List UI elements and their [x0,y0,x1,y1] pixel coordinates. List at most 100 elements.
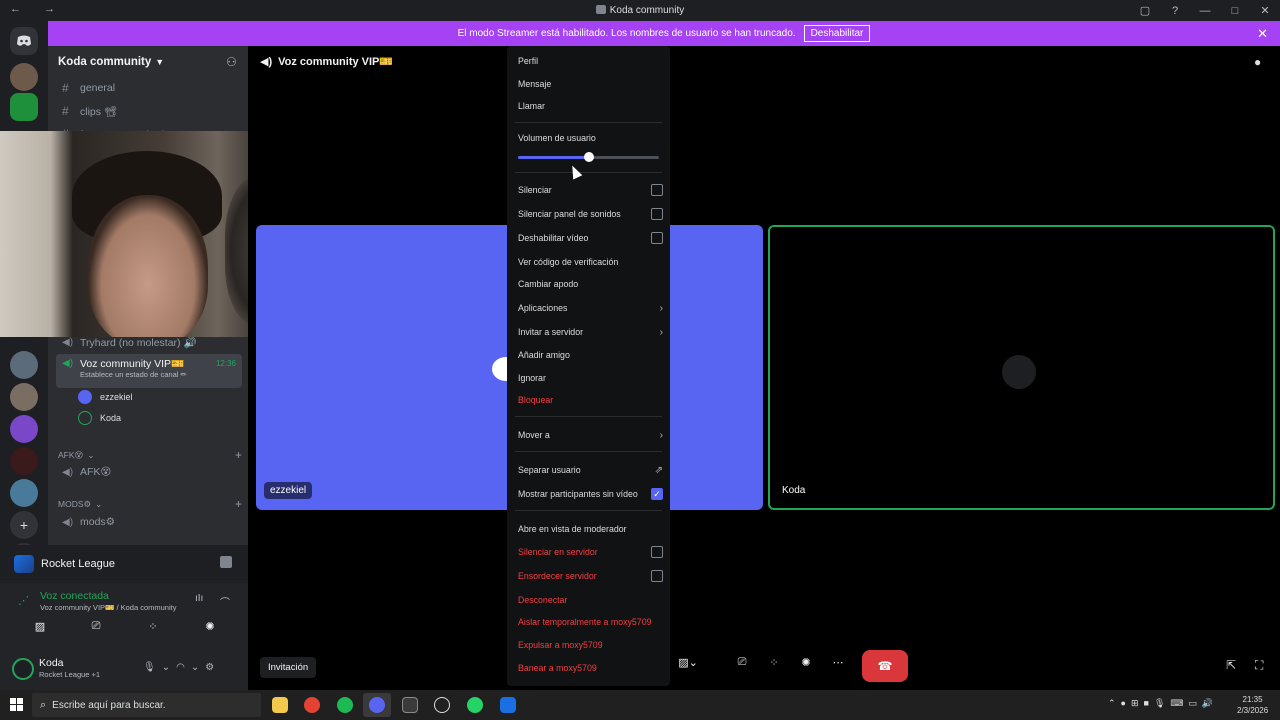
account-name[interactable]: Koda [39,657,64,669]
close-icon[interactable]: ✕ [1257,26,1268,42]
maximize-button[interactable]: □ [1220,5,1250,17]
inbox-icon[interactable]: ▢ [1130,4,1160,17]
camera-off-icon[interactable]: ▨⌄ [677,656,699,676]
activities-icon[interactable]: ⁘ [133,620,173,640]
volume-handle[interactable] [583,152,594,162]
chevron-down-icon[interactable]: ⌄ [191,662,205,673]
whatsapp-icon[interactable] [467,697,483,713]
menu-item-show-nonvideo[interactable]: Mostrar participantes sin vídeo ✓ [518,484,663,504]
close-window-button[interactable]: ✕ [1250,4,1280,17]
add-server-icon[interactable]: + [10,511,38,539]
checkbox[interactable] [651,546,663,558]
rocket-league-taskbar-icon[interactable] [500,697,516,713]
checkbox[interactable] [651,570,663,582]
menu-item-disconnect[interactable]: Desconectar [518,590,663,610]
voice-user[interactable]: Koda [78,411,121,425]
popout-icon[interactable]: ⇱ [1226,658,1236,672]
menu-item-add-friend[interactable]: Añadir amigo [518,345,663,365]
menu-item-ban[interactable]: Banear a moxy5709 [518,658,663,678]
channel-status[interactable]: Establece un estado de canal ✏ [62,370,187,379]
server-avatar[interactable] [10,351,38,379]
menu-item-kick[interactable]: Expulsar a moxy5709 [518,635,663,655]
chat-icon[interactable]: ● [1254,55,1261,69]
menu-item-block[interactable]: Bloquear [518,390,663,410]
server-header[interactable]: Koda community ▼ ⚇ [48,46,248,78]
invite-button[interactable]: Invitación [260,657,317,678]
chrome-icon[interactable] [304,697,320,713]
menu-item-call[interactable]: Llamar [518,96,663,116]
menu-item-verify-code[interactable]: Ver código de verificación [518,252,663,272]
checkbox[interactable] [651,184,663,196]
menu-item-popout[interactable]: Separar usuario ⇗ [518,460,663,480]
menu-item-server-deafen[interactable]: Ensordecer servidor [518,566,663,586]
channel-voz-vip[interactable]: ◀) Voz community VIP🎫 12:36 Establece un e… [56,354,242,388]
checkbox[interactable] [651,232,663,244]
noise-suppression-icon[interactable]: ıIı [195,593,203,604]
server-avatar[interactable] [10,63,38,91]
minimize-button[interactable]: — [1190,5,1220,17]
discord-taskbar-icon[interactable] [369,697,385,713]
spotify-icon[interactable] [337,697,353,713]
gear-icon[interactable]: ⚙ [205,662,220,673]
menu-item-mute[interactable]: Silenciar [518,180,663,200]
share-screen-icon[interactable]: ⎚ [731,656,753,676]
discord-home-icon[interactable] [10,27,38,55]
disable-streamer-button[interactable]: Deshabilitar [803,25,871,42]
end-call-button[interactable]: ☎ [862,650,908,682]
checkbox[interactable] [651,208,663,220]
menu-item-ignore[interactable]: Ignorar [518,368,663,388]
voice-status[interactable]: Voz conectada [40,590,109,602]
server-avatar[interactable] [10,447,38,475]
volume-slider[interactable] [518,152,659,162]
obs-icon[interactable] [434,697,450,713]
menu-item-timeout[interactable]: Aislar temporalmente a moxy5709 [518,612,663,632]
participant-tile-koda[interactable] [768,225,1275,510]
soundboard-icon[interactable]: ✺ [190,620,230,640]
server-avatar[interactable] [10,479,38,507]
file-explorer-icon[interactable] [272,697,288,713]
menu-item-profile[interactable]: Perfil [518,51,663,71]
help-icon[interactable]: ? [1160,5,1190,17]
add-channel-icon[interactable]: + [235,497,242,511]
checkbox-checked[interactable]: ✓ [651,488,663,500]
chevron-down-icon[interactable]: ⌄ [162,662,176,673]
channel-afk[interactable]: ◀) AFK😵 [56,462,242,482]
category-afk[interactable]: AFK😵 ⌄ + [58,448,242,462]
menu-item-invite-server[interactable]: Invitar a servidor › [518,322,663,342]
server-avatar[interactable] [10,383,38,411]
disconnect-icon[interactable]: ⌒ [220,594,230,609]
menu-item-server-mute[interactable]: Silenciar en servidor [518,542,663,562]
windows-start-icon[interactable] [10,698,23,711]
soundboard-icon[interactable]: ✺ [795,656,817,676]
channel-mods[interactable]: ◀) mods⚙ [56,512,242,532]
category-mods[interactable]: MODS⚙ ⌄ + [58,497,242,511]
menu-item-message[interactable]: Mensaje [518,74,663,94]
menu-item-mute-soundboard[interactable]: Silenciar panel de sonidos [518,204,663,224]
headset-icon[interactable]: ◠ [176,662,191,673]
signal-icon[interactable]: ⋰ [18,594,29,607]
share-screen-icon[interactable]: ⎚ [76,620,116,640]
store-icon[interactable] [402,697,418,713]
menu-item-move-to[interactable]: Mover a › [518,425,663,445]
activities-icon[interactable]: ⁘ [763,656,785,676]
server-avatar[interactable] [10,415,38,443]
menu-item-mod-view[interactable]: Abre en vista de moderador [518,519,663,539]
avatar[interactable] [12,658,34,680]
menu-item-apps[interactable]: Aplicaciones › [518,298,663,318]
mic-icon[interactable]: 🎙 [143,662,162,673]
camera-off-icon[interactable]: ▨ [20,620,60,640]
menu-item-nickname[interactable]: Cambiar apodo [518,274,663,294]
menu-item-disable-video[interactable]: Deshabilitar vídeo [518,228,663,248]
system-tray[interactable]: ⌃●⊞■🎙⌨▭🔊 [1108,698,1218,709]
channel-clips[interactable]: # clips 📽 [56,101,242,121]
activity-screen-icon[interactable] [220,556,232,568]
add-channel-icon[interactable]: + [235,448,242,462]
invite-people-icon[interactable]: ⚇ [226,55,240,69]
fullscreen-icon[interactable]: ⛶ [1255,658,1263,673]
channel-general[interactable]: # general [56,78,242,98]
taskbar-clock[interactable]: 21:35 2/3/2026 [1237,694,1268,716]
taskbar-search[interactable]: ⌕ Escribe aquí para buscar. [32,693,261,717]
more-icon[interactable]: ⋯ [827,656,849,676]
voice-user[interactable]: ezzekiel [78,390,133,404]
server-avatar[interactable] [10,93,38,121]
